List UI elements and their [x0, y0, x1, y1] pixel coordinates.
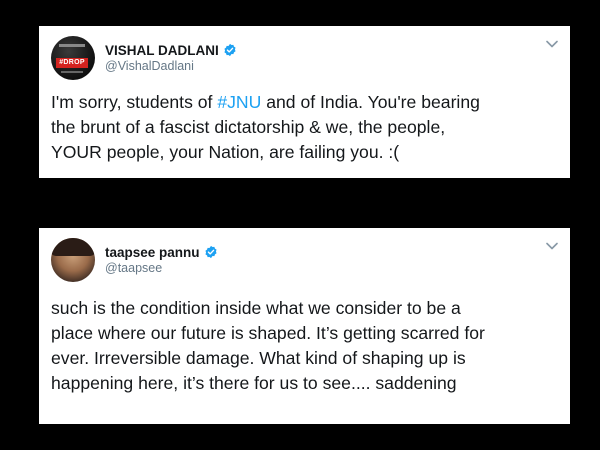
chevron-down-icon[interactable] [546, 242, 558, 250]
chevron-down-icon[interactable] [546, 40, 558, 48]
verified-badge-icon [204, 245, 217, 259]
name-row: taapsee pannu [105, 243, 218, 261]
handle[interactable]: @taapsee [105, 261, 162, 275]
display-name[interactable]: VISHAL DADLANI [105, 43, 219, 58]
hashtag-link[interactable]: #JNU [217, 92, 261, 112]
handle[interactable]: @VishalDadlani [105, 59, 194, 73]
tweet-card[interactable]: taapsee pannu @taapsee such is the condi… [39, 228, 570, 424]
display-name[interactable]: taapsee pannu [105, 245, 200, 260]
avatar-badge-text: #DROP [56, 58, 88, 68]
tweet-text: such is the condition inside what we con… [51, 298, 485, 393]
avatar[interactable]: #DROP [51, 36, 95, 80]
verified-badge-icon [224, 43, 236, 57]
avatar-decoration [61, 71, 83, 73]
avatar-decoration [51, 238, 95, 256]
tweet-card[interactable]: #DROP VISHAL DADLANI @VishalDadlani I'm … [39, 26, 570, 178]
name-row: VISHAL DADLANI [105, 41, 237, 59]
tweet-text-part: I'm sorry, students of [51, 92, 218, 112]
avatar[interactable] [51, 238, 95, 282]
avatar-decoration [59, 44, 85, 47]
tweet-text: I'm sorry, students of #JNU and of India… [51, 90, 558, 165]
